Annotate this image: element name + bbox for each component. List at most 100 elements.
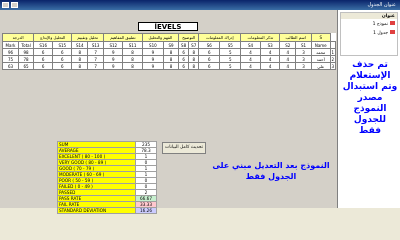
score-cell[interactable]: 9 (103, 62, 124, 70)
minimize-button[interactable] (2, 2, 9, 8)
score-cell[interactable]: 4 (240, 62, 261, 70)
id-cell[interactable]: 2 (329, 55, 337, 63)
score-cell[interactable]: 6 (198, 62, 221, 70)
score-cell[interactable]: 6 (33, 62, 54, 70)
score-cell[interactable]: 8 (162, 55, 180, 63)
score-cell[interactable]: 9 (141, 55, 165, 63)
total-cell[interactable]: 78 (17, 55, 35, 63)
score-cell[interactable]: 6 (178, 55, 190, 63)
table-icon (390, 30, 395, 34)
name-cell[interactable]: علي (310, 62, 331, 70)
mark-cell[interactable]: 96 (2, 48, 19, 56)
nav-item-label: جدول 1 (373, 31, 388, 36)
score-cell[interactable]: 3 (295, 48, 312, 56)
score-cell[interactable]: 8 (71, 55, 89, 63)
form-title: lEVELS (138, 22, 198, 31)
score-cell[interactable]: 6 (52, 48, 73, 56)
nav-panel: عنوان نموذج 1 جدول 1 (340, 12, 398, 56)
table-row[interactable]: 63 65 6 6 8 7 9 8 9 8 6 8 6 5 4 4 4 3 عل… (2, 62, 337, 70)
score-cell[interactable]: 5 (219, 48, 242, 56)
grid-header: الدرجة (1, 33, 35, 42)
stat-label: STANDARD DEVIATION (57, 207, 136, 214)
grid-header: الفهم والتحليل (141, 33, 180, 42)
grid-header: تطبيق المفاهيم (103, 33, 143, 42)
grid-header: التوضيح (178, 33, 200, 42)
score-cell[interactable]: 4 (279, 48, 297, 56)
score-cell[interactable]: 6 (198, 48, 221, 56)
col-header: S2 (279, 41, 297, 49)
score-cell[interactable]: 8 (122, 48, 143, 56)
col-header: S5 (219, 41, 242, 49)
score-cell[interactable]: 8 (122, 55, 143, 63)
id-cell[interactable]: 3 (329, 62, 337, 70)
score-cell[interactable]: 9 (103, 55, 124, 63)
form-icon (390, 21, 395, 25)
col-header: S3 (259, 41, 281, 49)
score-cell[interactable]: 6 (198, 55, 221, 63)
col-header: S4 (240, 41, 261, 49)
score-cell[interactable]: 6 (52, 55, 73, 63)
col-header: S11 (122, 41, 143, 49)
score-cell[interactable]: 4 (240, 55, 261, 63)
score-cell[interactable]: 7 (87, 55, 105, 63)
grid-header: اسم الطالب (279, 33, 312, 42)
nav-item-table[interactable]: جدول 1 (341, 28, 397, 37)
score-cell[interactable]: 7 (87, 62, 105, 70)
id-cell[interactable]: 1 (329, 48, 337, 56)
col-header: Name (310, 41, 331, 49)
score-cell[interactable]: 4 (259, 62, 281, 70)
score-cell[interactable]: 8 (188, 55, 200, 63)
score-cell[interactable]: 9 (141, 48, 165, 56)
score-cell[interactable]: 4 (240, 48, 261, 56)
name-cell[interactable]: أحمد (310, 55, 331, 63)
score-cell[interactable]: 4 (279, 62, 297, 70)
title-bar: عنوان الجدول (0, 0, 400, 10)
grid-header: S (310, 33, 331, 42)
nav-item-form[interactable]: نموذج 1 (341, 19, 397, 28)
score-cell[interactable]: 4 (279, 55, 297, 63)
score-cell[interactable]: 8 (188, 48, 200, 56)
score-cell[interactable]: 3 (295, 55, 312, 63)
col-header: S8 (178, 41, 190, 49)
score-cell[interactable]: 5 (219, 55, 242, 63)
score-cell[interactable]: 4 (259, 55, 281, 63)
col-header: S15 (52, 41, 73, 49)
score-cell[interactable]: 6 (33, 55, 54, 63)
total-cell[interactable]: 65 (17, 62, 35, 70)
score-cell[interactable]: 8 (188, 62, 200, 70)
table-row[interactable]: 75 78 6 6 8 7 9 8 9 8 6 8 6 5 4 4 4 3 أح… (2, 55, 337, 63)
score-cell[interactable]: 6 (178, 62, 190, 70)
score-cell[interactable]: 8 (122, 62, 143, 70)
score-cell[interactable]: 8 (162, 62, 180, 70)
col-header: S1 (295, 41, 312, 49)
score-cell[interactable]: 8 (71, 62, 89, 70)
score-cell[interactable]: 6 (33, 48, 54, 56)
score-cell[interactable]: 5 (219, 62, 242, 70)
score-cell[interactable]: 8 (162, 48, 180, 56)
score-cell[interactable]: 9 (141, 62, 165, 70)
score-cell[interactable]: 7 (87, 48, 105, 56)
note-right: تم حذف الإستعلام وتم استبدال مصدر النموذ… (342, 60, 398, 136)
col-header: S10 (141, 41, 165, 49)
mark-cell[interactable]: 63 (2, 62, 19, 70)
col-header (329, 41, 337, 49)
grid-header: تذكر المعلومات (240, 33, 281, 42)
close-button[interactable] (11, 2, 18, 8)
table-row[interactable]: 96 98 6 6 8 7 9 8 9 8 6 8 6 5 4 4 4 3 مح… (2, 48, 337, 56)
score-cell[interactable]: 3 (295, 62, 312, 70)
grid-header: تحليل وتقييم (71, 33, 105, 42)
mark-cell[interactable]: 75 (2, 55, 19, 63)
note-center: النموذج بعد التعديل مبني على الجدول فقط (212, 161, 330, 181)
grid-header: إدراك المعلومات (198, 33, 242, 42)
score-cell[interactable]: 8 (71, 48, 89, 56)
name-cell[interactable]: محمد (310, 48, 331, 56)
nav-item-label: نموذج 1 (372, 22, 388, 27)
col-header: S6 (198, 41, 221, 49)
score-cell[interactable]: 4 (259, 48, 281, 56)
col-header: Mark (2, 41, 19, 49)
score-cell[interactable]: 6 (178, 48, 190, 56)
score-cell[interactable]: 9 (103, 48, 124, 56)
refresh-button[interactable]: تحديث كامل البيانات (162, 142, 206, 154)
total-cell[interactable]: 98 (17, 48, 35, 56)
score-cell[interactable]: 6 (52, 62, 73, 70)
